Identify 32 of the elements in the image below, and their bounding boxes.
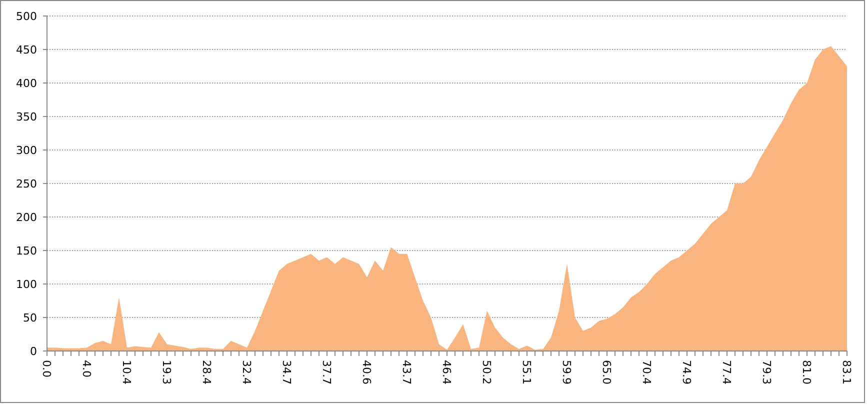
axis-label: 81.0 (800, 360, 813, 384)
axis-label: 0 (30, 345, 37, 358)
axis-label: 200 (16, 211, 37, 224)
axis-label: 79.3 (760, 360, 773, 384)
axis-label: 250 (16, 178, 37, 190)
axis-label: 40.6 (360, 360, 373, 384)
axis-label: 350 (16, 110, 37, 124)
axis-label: 28.4 (200, 360, 213, 384)
axis-label: 65.0 (600, 360, 613, 384)
axis-label: 77.4 (720, 360, 733, 384)
axis-label: 50 (23, 312, 37, 324)
axis-label: 59.9 (560, 360, 573, 384)
axis-label: 500 (16, 10, 37, 23)
axis-label: 70.4 (640, 360, 653, 384)
axis-label: 450 (16, 44, 37, 56)
axis-label: 300 (16, 144, 37, 157)
axis-label: 400 (16, 77, 37, 90)
axis-label: 150 (16, 244, 37, 258)
axis-label: 4.0 (80, 360, 93, 378)
axis-label: 100 (16, 278, 37, 291)
axis-label: 0.0 (40, 360, 53, 378)
axis-label: 43.7 (400, 360, 413, 384)
axis-label: 55.1 (520, 360, 533, 384)
axis-label: 46.4 (440, 360, 453, 384)
axis-label: 83.1 (840, 360, 853, 384)
axis-label: 32.4 (240, 360, 253, 384)
axis-label: 19.3 (160, 360, 173, 384)
axis-label: 37.7 (320, 360, 333, 384)
axis-label: 50.2 (480, 360, 493, 384)
axis-label: 10.4 (120, 360, 133, 384)
axis-label: 74.9 (680, 360, 693, 384)
axis-label: 34.7 (280, 360, 293, 384)
